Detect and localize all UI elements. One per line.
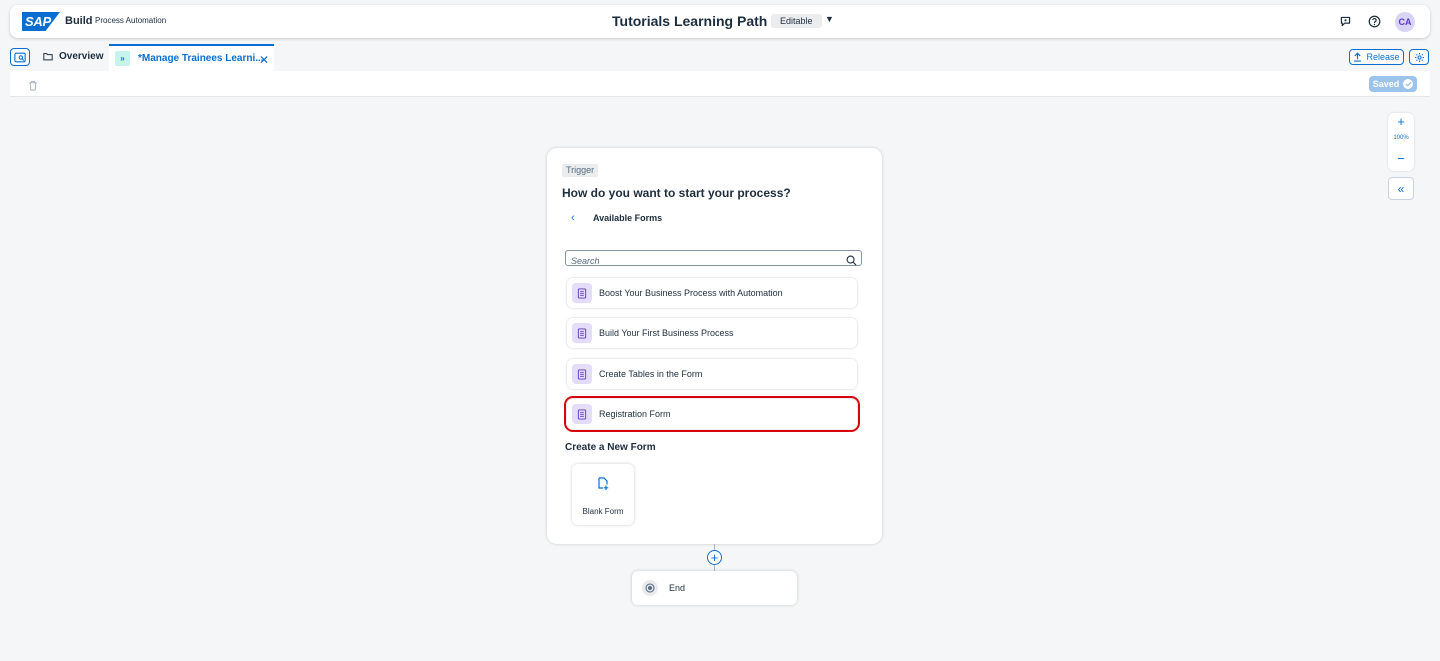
- process-icon: »: [115, 51, 130, 66]
- form-icon: [572, 404, 592, 424]
- product-name: Build: [65, 15, 93, 27]
- folder-icon: [43, 53, 53, 61]
- upload-icon: [1354, 52, 1362, 62]
- saved-label: Saved: [1372, 79, 1400, 89]
- status-badge: Editable: [771, 14, 822, 28]
- zoom-in-button[interactable]: +: [1388, 114, 1414, 129]
- tab-overview[interactable]: Overview: [43, 51, 103, 62]
- blank-form-label: Blank Form: [582, 507, 624, 516]
- search-icon[interactable]: [846, 253, 857, 271]
- double-chevron-left-icon: «: [1397, 181, 1405, 196]
- zoom-level[interactable]: 100%: [1388, 135, 1414, 141]
- form-item-boost-your-business-process[interactable]: Boost Your Business Process with Automat…: [567, 278, 857, 308]
- zoom-control: + 100% −: [1388, 113, 1414, 171]
- sap-logo[interactable]: SAP: [22, 12, 60, 31]
- release-label: Release: [1366, 52, 1400, 62]
- navigation-toggle-button[interactable]: [10, 48, 30, 66]
- delete-icon[interactable]: [28, 78, 38, 96]
- form-item-build-your-first-business-process[interactable]: Build Your First Business Process: [567, 318, 857, 348]
- trigger-heading: How do you want to start your process?: [562, 186, 791, 200]
- tab-overview-label: Overview: [59, 51, 104, 62]
- settings-button[interactable]: [1409, 49, 1429, 65]
- add-step-button[interactable]: +: [707, 550, 722, 565]
- form-item-create-tables-in-the-form[interactable]: Create Tables in the Form: [567, 359, 857, 389]
- search-input[interactable]: [566, 254, 836, 268]
- tab-bar: Overview » *Manage Trainees Learni... ✕ …: [10, 44, 1430, 71]
- close-icon[interactable]: ✕: [259, 53, 269, 67]
- trigger-card: Trigger How do you want to start your pr…: [547, 148, 882, 544]
- add-form-icon: [596, 477, 610, 496]
- form-item-label: Registration Form: [599, 409, 671, 419]
- help-icon[interactable]: [1366, 13, 1383, 30]
- available-forms-label: Available Forms: [593, 213, 663, 223]
- back-to-options[interactable]: ‹ Available Forms: [571, 212, 662, 224]
- trigger-badge: Trigger: [562, 164, 599, 177]
- form-search: [565, 250, 862, 268]
- form-icon: [572, 323, 592, 343]
- create-new-form-heading: Create a New Form: [565, 442, 656, 453]
- project-title: Tutorials Learning Path: [612, 13, 768, 29]
- saved-status-button[interactable]: Saved: [1369, 76, 1417, 92]
- tab-manage-trainees-label: *Manage Trainees Learni...: [138, 53, 264, 64]
- end-node[interactable]: End: [632, 571, 797, 605]
- blank-form-tile[interactable]: Blank Form: [572, 464, 634, 525]
- gear-icon: [1414, 52, 1424, 62]
- end-label: End: [669, 583, 686, 593]
- explorer-icon: [14, 52, 26, 62]
- product-subtitle: Process Automation: [95, 16, 167, 25]
- form-icon: [572, 283, 592, 303]
- shell-bar: SAP Build Process Automation Tutorials L…: [10, 5, 1430, 38]
- feedback-icon[interactable]: [1337, 13, 1354, 30]
- editor-toolbar: Saved: [10, 71, 1430, 97]
- stop-icon: [642, 580, 658, 596]
- form-item-label: Boost Your Business Process with Automat…: [599, 288, 783, 298]
- tab-manage-trainees[interactable]: » *Manage Trainees Learni... ✕: [109, 44, 274, 71]
- logo-text: SAP: [25, 14, 51, 29]
- chevron-down-icon[interactable]: ▼: [825, 14, 834, 24]
- collapse-panel-button[interactable]: «: [1388, 177, 1414, 200]
- form-item-label: Build Your First Business Process: [599, 328, 734, 338]
- chevron-left-icon[interactable]: ‹: [571, 212, 585, 224]
- release-button[interactable]: Release: [1349, 49, 1404, 65]
- check-icon: [1403, 79, 1414, 89]
- form-icon: [572, 364, 592, 384]
- zoom-out-button[interactable]: −: [1388, 151, 1414, 166]
- avatar[interactable]: CA: [1395, 12, 1415, 32]
- form-item-label: Create Tables in the Form: [599, 369, 703, 379]
- form-item-registration-form[interactable]: Registration Form: [564, 396, 860, 432]
